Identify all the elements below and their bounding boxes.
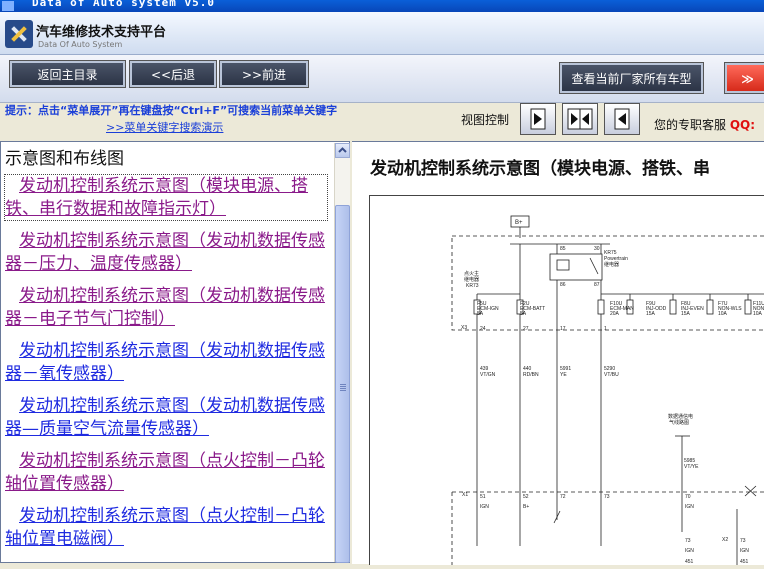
diagram-x1-pin: 52 xyxy=(523,494,529,500)
diagram-fuse-amp: 10A xyxy=(753,311,763,317)
menu-item[interactable]: 发动机控制系统示意图（点火控制－凸轮轴位置传感器） xyxy=(5,450,327,495)
diagram-x1-pin: 70 xyxy=(685,494,691,500)
diagram-x1-pin: 73 xyxy=(604,494,610,500)
nav-toolbar: 返回主目录 <<后退 >>前进 查看当前厂家所有车型 ≫ xyxy=(0,55,764,103)
app-title: 汽车维修技术支持平台 xyxy=(36,25,167,40)
menu-item[interactable]: 发动机控制系统示意图（发动机数据传感器—质量空气流量传感器） xyxy=(5,395,327,440)
diagram-fuse-amp: 20A xyxy=(610,311,620,317)
diagram-fuse-amp: 5A xyxy=(477,311,484,317)
diagram-x2-label: IGN xyxy=(740,548,749,554)
app-window-icon xyxy=(2,1,14,11)
arrow-right-icon xyxy=(530,108,546,130)
diagram-wire-number: 451 xyxy=(685,559,694,565)
more-button[interactable]: ≫ xyxy=(724,62,764,94)
show-content-only-button[interactable] xyxy=(520,103,556,135)
diagram-wire-color: VT/BU xyxy=(604,372,619,378)
diagram-relay-name-2: 继电器 xyxy=(604,261,619,268)
menu-list: 发动机控制系统示意图（模块电源、搭铁、串行数据和故障指示灯） 发动机控制系统示意图… xyxy=(4,174,328,560)
forward-button[interactable]: >>前进 xyxy=(219,60,309,88)
menu-item[interactable]: 发动机控制系统示意图（发动机数据传感器－电子节气门控制） xyxy=(5,285,327,330)
support-info: 您的专职客服 QQ: xyxy=(654,116,755,133)
diagram-x1-label: B+ xyxy=(523,504,529,510)
diagram-ign-relay-id: KR73 xyxy=(466,283,479,289)
search-hint: 提示：点击“菜单展开”再在键盘按“Ctrl+F”可搜索当前菜单关键字 xyxy=(5,104,338,117)
diagram-x1-label: IGN xyxy=(685,504,694,510)
diagram-ign-relay-label: 点火主 xyxy=(464,270,479,277)
app-subtitle: Data Of Auto System xyxy=(38,40,123,49)
diagram-x2-pin: 73 xyxy=(740,538,746,544)
support-qq[interactable]: QQ: xyxy=(730,118,755,132)
content-panel: 发动机控制系统示意图（模块电源、搭铁、串 B+ KR75 Powertrain … xyxy=(352,141,764,565)
diagram-x3-pin: 17 xyxy=(560,326,566,332)
support-label: 您的专职客服 xyxy=(654,118,727,132)
view-control-label: 视图控制 xyxy=(461,113,510,127)
diagram-x3-pin: 1 xyxy=(604,326,607,332)
diagram-x2-label: IGN xyxy=(685,548,694,554)
diagram-wire-number: 451 xyxy=(740,559,749,565)
menu-item[interactable]: 发动机控制系统示意图（发动机数据传感器－氧传感器） xyxy=(5,340,327,385)
scroll-up-button[interactable] xyxy=(335,143,350,158)
window-title: Data of Auto system v5.0 xyxy=(32,0,215,9)
diagram-connector-label: X1 xyxy=(462,492,468,498)
menu-scrollbar[interactable] xyxy=(334,143,350,563)
menu-item[interactable]: 发动机控制系统示意图（点火控制－凸轮轴位置电磁阀） xyxy=(5,505,327,550)
chevron-up-icon xyxy=(338,147,347,153)
show-menu-only-button[interactable] xyxy=(604,103,640,135)
diagram-connector-label: X2 xyxy=(722,537,728,543)
diagram-relay-pin: 87 xyxy=(594,282,600,288)
diagram-data-link-label: 数据通信电 xyxy=(668,413,693,420)
diagram-fuse-amp: 10A xyxy=(718,311,728,317)
menu-heading: 示意图和布线图 xyxy=(5,149,124,169)
app-header: 汽车维修技术支持平台 Data Of Auto System xyxy=(0,12,764,55)
diagram-battery-label: B+ xyxy=(515,220,523,226)
menu-item[interactable]: 发动机控制系统示意图（模块电源、搭铁、串行数据和故障指示灯） xyxy=(4,174,328,221)
diagram-connector-label: X3 xyxy=(461,325,467,331)
arrow-left-icon xyxy=(614,108,630,130)
diagram-fuse-amp: 15A xyxy=(646,311,656,317)
split-arrows-icon xyxy=(567,108,593,130)
diagram-x3-pin: 24 xyxy=(480,326,486,332)
diagram-wire-color: RD/BN xyxy=(523,372,539,378)
all-models-button[interactable]: 查看当前厂家所有车型 xyxy=(559,62,704,94)
search-demo-link[interactable]: >>菜单关键字搜索演示 xyxy=(106,119,223,135)
split-view-button[interactable] xyxy=(562,103,598,135)
menu-item[interactable]: 发动机控制系统示意图（发动机数据传感器－压力、温度传感器） xyxy=(5,230,327,275)
menu-panel: 示意图和布线图 发动机控制系统示意图（模块电源、搭铁、串行数据和故障指示灯） 发动… xyxy=(0,141,350,563)
diagram-x1-pin: 51 xyxy=(480,494,486,500)
diagram-relay-pin: 86 xyxy=(560,282,566,288)
diagram-wire-color: VT/GN xyxy=(480,372,496,378)
wrench-logo-icon xyxy=(5,20,33,48)
diagram-wire-color: VT/YE xyxy=(684,464,699,470)
diagram-fuse-amp: 15A xyxy=(681,311,691,317)
scroll-thumb[interactable] xyxy=(335,205,350,563)
window-title-bar: Data of Auto system v5.0 xyxy=(0,0,764,12)
diagram-x1-label: IGN xyxy=(480,504,489,510)
diagram-x1-pin: 72 xyxy=(560,494,566,500)
wiring-diagram: B+ KR75 Powertrain 继电器 点火主 继电器 KR73 85 30… xyxy=(369,195,764,565)
diagram-ign-relay-label-2: 继电器 xyxy=(464,276,479,283)
diagram-fuse-amp: 5A xyxy=(520,311,527,317)
diagram-relay-pin: 85 xyxy=(560,246,566,252)
diagram-x3-pin: 27 xyxy=(523,326,529,332)
diagram-wire-color: YE xyxy=(560,372,567,378)
diagram-data-link-label-2: 气线路图 xyxy=(669,419,689,426)
schematic-drawing: B+ KR75 Powertrain 继电器 点火主 继电器 KR73 85 30… xyxy=(451,215,764,565)
back-button[interactable]: <<后退 xyxy=(129,60,217,88)
diagram-relay-pin: 30 xyxy=(594,246,600,252)
diagram-x2-pin: 73 xyxy=(685,538,691,544)
content-title: 发动机控制系统示意图（模块电源、搭铁、串 xyxy=(370,159,710,179)
home-button[interactable]: 返回主目录 xyxy=(9,60,126,88)
